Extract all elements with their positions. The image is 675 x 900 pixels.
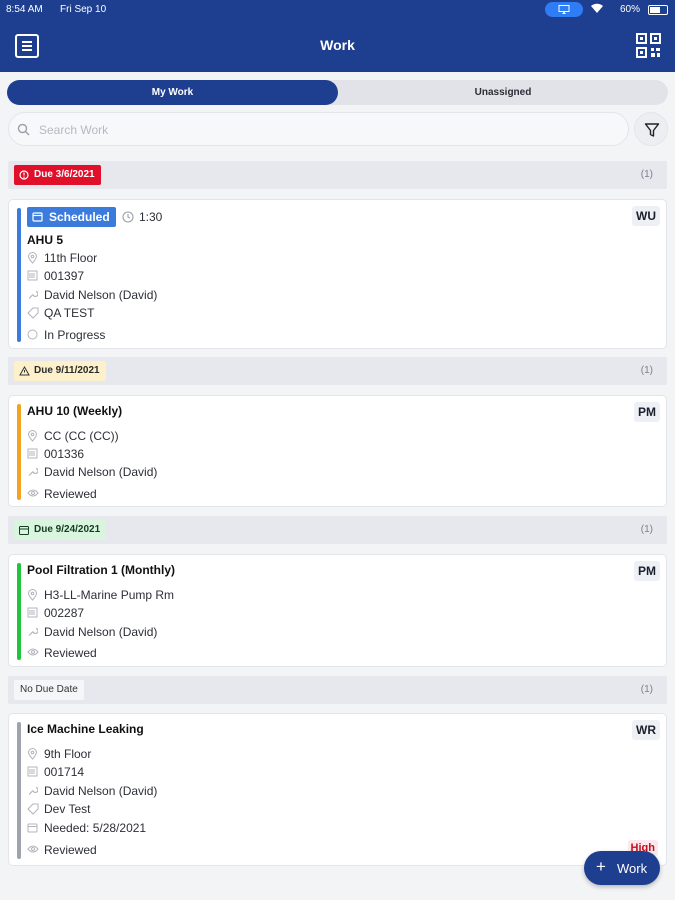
eye-icon [27, 845, 39, 853]
group-header: Due 3/6/2021 (1) [8, 161, 667, 189]
group-count: (1) [640, 684, 653, 695]
progress-circle-icon [27, 329, 38, 340]
group-header: Due 9/24/2021 (1) [8, 516, 667, 544]
work-card[interactable]: WR Ice Machine Leaking 9th Floor 001714 … [8, 713, 667, 866]
tab-my-work[interactable]: My Work [7, 80, 338, 105]
status-stripe [17, 208, 21, 342]
due-badge: No Due Date [14, 680, 84, 700]
work-type-badge: PM [634, 402, 660, 422]
page-title: Work [320, 37, 355, 53]
search-icon [17, 123, 30, 136]
barcode-icon [27, 448, 38, 459]
wrench-icon [28, 467, 38, 476]
status-stripe [17, 722, 21, 859]
status-date: Fri Sep 10 [60, 4, 107, 15]
plus-icon: + [596, 857, 606, 876]
work-card[interactable]: PM Pool Filtration 1 (Monthly) H3-LL-Mar… [8, 554, 667, 667]
location-pin-icon [27, 252, 38, 264]
barcode-icon [27, 766, 38, 777]
work-type-badge: PM [634, 561, 660, 581]
alert-circle-icon [19, 170, 29, 180]
location-pin-icon [27, 589, 38, 601]
eye-icon [27, 648, 39, 656]
scheduled-badge: Scheduled [27, 207, 116, 227]
eye-icon [27, 489, 39, 497]
work-card[interactable]: PM AHU 10 (Weekly) CC (CC (CC)) 001336 D… [8, 395, 667, 507]
work-title: Pool Filtration 1 (Monthly) [27, 563, 175, 577]
group-count: (1) [640, 365, 653, 376]
wrench-icon [28, 627, 38, 636]
group-header: Due 9/11/2021 (1) [8, 357, 667, 385]
filter-icon [644, 123, 660, 137]
battery-percent: 60% [620, 4, 641, 15]
work-title: AHU 10 (Weekly) [27, 404, 123, 418]
work-title: Ice Machine Leaking [27, 722, 144, 736]
work-card[interactable]: Scheduled 1:30 WU AHU 5 11th Floor 00139… [8, 199, 667, 349]
due-badge: Due 9/11/2021 [14, 361, 106, 381]
location-pin-icon [27, 748, 38, 760]
location-pin-icon [27, 430, 38, 442]
due-badge: Due 9/24/2021 [14, 520, 107, 540]
work-type-badge: WU [632, 206, 660, 226]
add-work-button[interactable]: + Work [584, 851, 660, 885]
search-bar [8, 112, 629, 146]
group-count: (1) [640, 169, 653, 180]
wifi-icon [591, 3, 603, 13]
tag-icon [27, 307, 39, 319]
group-header: No Due Date (1) [8, 676, 667, 704]
work-type-badge: WR [632, 720, 660, 740]
status-time: 8:54 AM [6, 4, 43, 15]
calendar-icon [19, 526, 29, 535]
tag-icon [27, 803, 39, 815]
tab-unassigned[interactable]: Unassigned [338, 80, 668, 105]
calendar-icon [32, 212, 43, 222]
battery-icon [648, 5, 668, 15]
status-stripe [17, 563, 21, 660]
search-input[interactable] [39, 120, 599, 140]
status-stripe [17, 404, 21, 500]
clock-icon [122, 211, 134, 223]
qr-code-icon[interactable] [636, 33, 661, 58]
work-tabs: My Work Unassigned [7, 80, 668, 105]
status-bar: 8:54 AM Fri Sep 10 60% [0, 0, 675, 20]
wrench-icon [28, 290, 38, 299]
barcode-icon [27, 607, 38, 618]
due-badge: Due 3/6/2021 [14, 165, 101, 185]
warning-triangle-icon [19, 366, 30, 376]
group-count: (1) [640, 524, 653, 535]
work-title: AHU 5 [27, 233, 64, 247]
wrench-icon [28, 786, 38, 795]
filter-button[interactable] [634, 112, 668, 146]
barcode-icon [27, 270, 38, 281]
app-header: 8:54 AM Fri Sep 10 60% Work [0, 0, 675, 72]
screen-mirroring-icon [545, 2, 583, 17]
calendar-icon [27, 823, 38, 833]
duration: 1:30 [122, 210, 162, 224]
